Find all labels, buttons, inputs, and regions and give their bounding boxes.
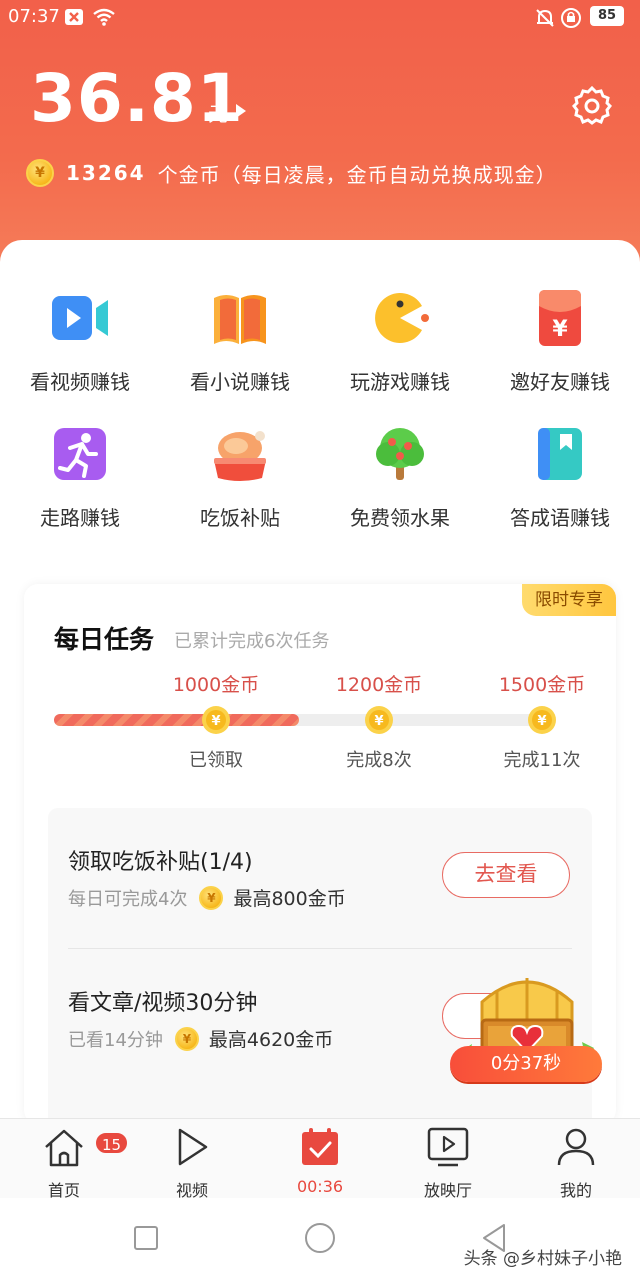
task-title: 领取吃饭补贴(1/4) (68, 850, 253, 875)
bottom-nav: 首页 15 视频 00:36 放映厅 我的 (0, 1118, 640, 1201)
milestone-status: 已领取 (189, 750, 243, 771)
task-title: 看文章/视频30分钟 (68, 991, 258, 1016)
fruit-tree-icon (376, 428, 424, 480)
status-bar: 07:37 85 (0, 0, 640, 34)
coin-icon[interactable]: ¥ (527, 705, 557, 735)
view-task-button[interactable]: 去查看 (442, 852, 570, 898)
notification-badge: 15 (94, 1131, 130, 1155)
coin-icon[interactable]: ¥ (364, 705, 394, 735)
running-person-icon (54, 428, 106, 480)
coin-count: 13264 (66, 161, 146, 185)
coin-icon: ¥ (199, 885, 224, 910)
video-camera-icon (52, 296, 108, 340)
feature-label: 答成语赚钱 (510, 506, 610, 530)
svg-text:¥: ¥ (552, 317, 568, 342)
feature-label: 走路赚钱 (40, 506, 120, 530)
chevron-right-icon[interactable] (236, 104, 246, 118)
feature-invite-friends[interactable]: ¥ 邀好友赚钱 (480, 288, 640, 395)
coin-balance-row[interactable]: ¥ 13264 个金币（每日凌晨，金币自动兑换成现金） (26, 158, 557, 188)
nav-label: 00:36 (296, 1177, 344, 1196)
task-progress-bar (54, 714, 554, 726)
red-envelope-icon: ¥ (539, 290, 581, 346)
coin-icon[interactable]: ¥ (201, 705, 231, 735)
milestone-reward: 1000金币 (172, 674, 260, 696)
recent-apps-icon[interactable] (132, 1224, 160, 1252)
feature-walk[interactable]: 走路赚钱 (0, 424, 160, 531)
feature-label: 看小说赚钱 (190, 370, 290, 394)
treasure-timer[interactable]: 0分37秒 (450, 1046, 602, 1082)
milestone-status: 完成8次 (346, 750, 412, 771)
task-row: 领取吃饭补贴(1/4) 每日可完成4次 ¥ 最高800金币 去查看 (48, 808, 592, 949)
feature-label: 玩游戏赚钱 (350, 370, 450, 394)
bookmark-book-icon (538, 428, 582, 480)
task-reward: 最高4620金币 (208, 1029, 334, 1051)
task-meta: 已看14分钟 ¥ 最高4620金币 (68, 1025, 333, 1052)
home-icon (45, 1129, 83, 1167)
status-time: 07:37 (8, 6, 60, 27)
feature-label: 看视频赚钱 (30, 370, 130, 394)
open-book-icon (214, 295, 266, 344)
nav-item-home[interactable]: 首页 15 (14, 1127, 130, 1201)
coin-icon: ¥ (174, 1026, 199, 1051)
daily-tasks-title: 每日任务 (54, 625, 155, 654)
nav-item-profile[interactable]: 我的 (526, 1127, 626, 1201)
svg-text:¥: ¥ (374, 714, 383, 729)
play-icon (178, 1128, 208, 1166)
home-button-icon[interactable] (304, 1222, 336, 1254)
milestone-reward: 1200金币 (335, 674, 423, 696)
wifi-icon (93, 8, 115, 26)
nav-item-video[interactable]: 视频 (142, 1127, 242, 1201)
svg-text:¥: ¥ (211, 714, 220, 729)
calendar-check-icon (302, 1128, 338, 1165)
gear-icon[interactable] (572, 85, 612, 125)
task-progress-text: 已看14分钟 (68, 1029, 163, 1051)
task-reward: 最高800金币 (233, 888, 346, 910)
tasks-completed-count: 已累计完成6次任务 (174, 631, 330, 652)
task-meta: 每日可完成4次 ¥ 最高800金币 (68, 884, 346, 911)
lock-clock-icon (561, 8, 581, 28)
feature-read-novel[interactable]: 看小说赚钱 (160, 288, 320, 395)
task-progress-text: 每日可完成4次 (68, 888, 188, 910)
svg-text:¥: ¥ (537, 714, 546, 729)
task-progress-fill (54, 714, 299, 726)
pacman-icon (375, 293, 429, 343)
feature-play-game[interactable]: 玩游戏赚钱 (320, 288, 480, 395)
balance-unit[interactable]: 元 (208, 98, 228, 127)
milestone-status: 完成11次 (503, 750, 581, 771)
feature-label: 邀好友赚钱 (510, 370, 610, 394)
watermark: 头条 @乡村妹子小艳 (463, 1249, 622, 1269)
close-box-icon (65, 9, 83, 25)
feature-idiom-quiz[interactable]: 答成语赚钱 (480, 424, 640, 531)
coin-icon: ¥ (26, 159, 54, 187)
milestone-reward: 1500金币 (498, 674, 586, 696)
person-icon (557, 1128, 595, 1166)
feature-watch-video[interactable]: 看视频赚钱 (0, 288, 160, 395)
tv-play-icon (427, 1127, 469, 1167)
feature-label: 免费领水果 (350, 506, 450, 530)
roast-chicken-icon (214, 431, 266, 481)
limited-offer-badge: 限时专享 (522, 584, 616, 616)
feature-meal-subsidy[interactable]: 吃饭补贴 (160, 424, 320, 531)
bell-muted-icon (536, 9, 554, 27)
feature-label: 吃饭补贴 (200, 506, 280, 530)
feature-free-fruit[interactable]: 免费领水果 (320, 424, 480, 531)
nav-item-tasks[interactable]: 00:36 (270, 1127, 370, 1196)
battery-indicator: 85 (590, 6, 624, 26)
coin-exchange-note: 个金币（每日凌晨，金币自动兑换成现金） (157, 162, 557, 187)
nav-item-theater[interactable]: 放映厅 (398, 1127, 498, 1201)
